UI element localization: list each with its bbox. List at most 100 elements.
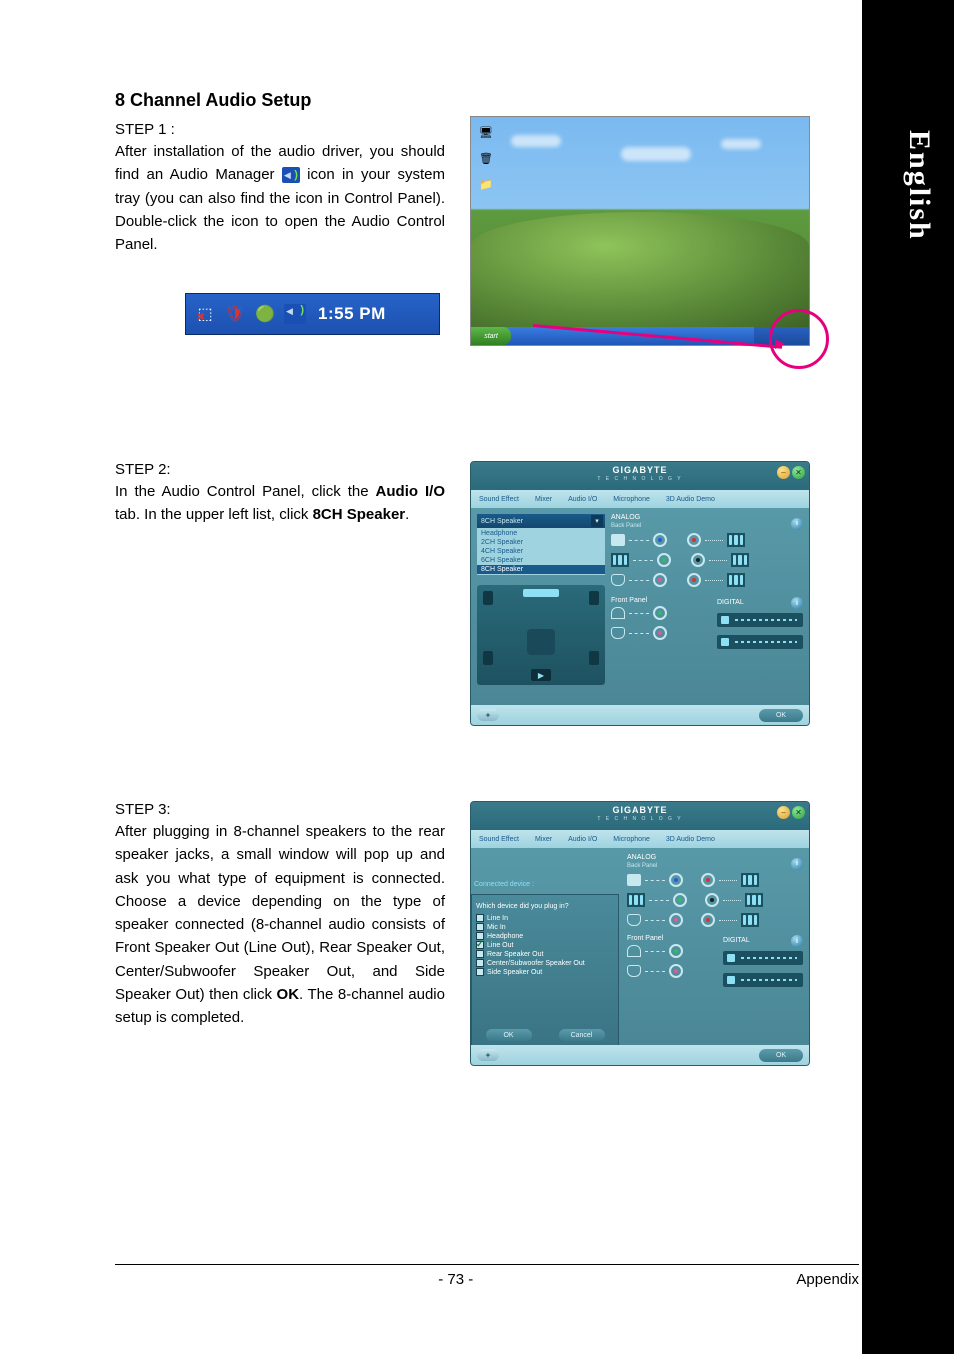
opt-headphone-label: Headphone bbox=[487, 933, 523, 940]
dropdown-list: Headphone 2CH Speaker 4CH Speaker 6CH Sp… bbox=[477, 528, 605, 575]
popup-cancel-button[interactable]: Cancel bbox=[559, 1029, 605, 1041]
opt-line-in[interactable]: Line In bbox=[476, 914, 614, 922]
jack-orange[interactable] bbox=[687, 573, 701, 587]
mic-icon bbox=[611, 574, 625, 586]
close-icon[interactable]: ✕ bbox=[792, 466, 805, 479]
speaker-dropdown[interactable]: 8CH Speaker ▾ bbox=[477, 514, 605, 528]
opt-line-in-label: Line In bbox=[487, 915, 508, 922]
tab3-3d-audio[interactable]: 3D Audio Demo bbox=[662, 834, 719, 845]
jack-black-3[interactable] bbox=[705, 893, 719, 907]
front-panel-label: Front Panel bbox=[611, 597, 697, 604]
panel3-brand-sub: T E C H N O L O G Y bbox=[597, 816, 682, 822]
opt-headphone[interactable]: Headphone bbox=[476, 932, 614, 940]
dd-6ch[interactable]: 6CH Speaker bbox=[477, 556, 605, 565]
page-title: 8 Channel Audio Setup bbox=[115, 90, 815, 111]
eq-3a bbox=[741, 873, 759, 887]
spdif-in-icon bbox=[717, 635, 803, 649]
tab-sound-effect[interactable]: Sound Effect bbox=[475, 494, 523, 505]
tab3-audio-io[interactable]: Audio I/O bbox=[564, 834, 601, 845]
step3-b1: OK bbox=[277, 986, 300, 1003]
eq-icon-4 bbox=[727, 573, 745, 587]
jack-pink[interactable] bbox=[653, 573, 667, 587]
panel3-tool-icon[interactable]: ✦ bbox=[477, 1049, 499, 1061]
close-icon-3[interactable]: ✕ bbox=[792, 806, 805, 819]
step1-label: STEP 1 : bbox=[115, 121, 445, 138]
eq-3c bbox=[745, 893, 763, 907]
info-icon[interactable]: i bbox=[791, 518, 803, 530]
opt-mic-in[interactable]: Mic In bbox=[476, 923, 614, 931]
arrow-tip bbox=[775, 339, 785, 349]
panel3-header: GIGABYTE T E C H N O L O G Y – ✕ bbox=[471, 802, 809, 830]
spdif-in-icon-3 bbox=[723, 973, 803, 987]
info-icon-2[interactable]: i bbox=[791, 597, 803, 609]
jack-green[interactable] bbox=[657, 553, 671, 567]
eq-icon bbox=[727, 533, 745, 547]
jack-red-3[interactable] bbox=[701, 873, 715, 887]
dd-8ch[interactable]: 8CH Speaker bbox=[477, 565, 605, 574]
eq-3d bbox=[741, 913, 759, 927]
tab-mixer[interactable]: Mixer bbox=[531, 494, 556, 505]
jack-black[interactable] bbox=[691, 553, 705, 567]
mic-icon-3 bbox=[627, 914, 641, 926]
opt-side[interactable]: Side Speaker Out bbox=[476, 968, 614, 976]
analog-label-3: ANALOG bbox=[627, 854, 657, 861]
panel-tool-icon[interactable]: ✦ bbox=[477, 709, 499, 721]
monitor-icon bbox=[611, 534, 625, 546]
my-computer-icon[interactable]: 🖥 bbox=[477, 123, 495, 141]
front-jack-pink-3[interactable] bbox=[669, 964, 683, 978]
connected-device-popup: Connected device : Which device did you … bbox=[471, 894, 619, 1048]
jack-green-3[interactable] bbox=[673, 893, 687, 907]
info-icon-3[interactable]: i bbox=[791, 858, 803, 870]
dd-4ch[interactable]: 4CH Speaker bbox=[477, 547, 605, 556]
desktop-screenshot: 🖥 🗑 📁 start bbox=[470, 116, 810, 346]
audio-panel-step3: GIGABYTE T E C H N O L O G Y – ✕ Sound E… bbox=[470, 801, 810, 1066]
dd-headphone[interactable]: Headphone bbox=[477, 529, 605, 538]
panel-ok-button[interactable]: OK bbox=[759, 709, 803, 722]
panel3-ok-button[interactable]: OK bbox=[759, 1049, 803, 1062]
play-icon[interactable]: ▶ bbox=[531, 669, 551, 681]
page-number: - 73 - bbox=[438, 1271, 473, 1288]
opt-side-label: Side Speaker Out bbox=[487, 969, 542, 976]
recycle-bin-icon[interactable]: 🗑 bbox=[477, 149, 495, 167]
chevron-down-icon[interactable]: ▾ bbox=[591, 515, 603, 527]
jack-red[interactable] bbox=[687, 533, 701, 547]
audio-panel-step2: GIGABYTE T E C H N O L O G Y – ✕ Sound E… bbox=[470, 461, 810, 726]
start-button[interactable]: start bbox=[471, 327, 511, 345]
popup-title: Connected device : bbox=[474, 881, 534, 888]
step2-t1: In the Audio Control Panel, click the bbox=[115, 483, 376, 500]
audio-tray-icon[interactable] bbox=[284, 303, 306, 325]
step2-t2: tab. In the upper left list, click bbox=[115, 506, 313, 523]
back-panel-label-3: Back Panel bbox=[627, 863, 657, 869]
front-jack-pink[interactable] bbox=[653, 626, 667, 640]
jack-orange-3[interactable] bbox=[701, 913, 715, 927]
tab-audio-io[interactable]: Audio I/O bbox=[564, 494, 601, 505]
front-jack-green[interactable] bbox=[653, 606, 667, 620]
popup-ok-button[interactable]: OK bbox=[486, 1029, 532, 1041]
front-panel-label-3: Front Panel bbox=[627, 935, 707, 942]
minimize-icon-3[interactable]: – bbox=[777, 806, 790, 819]
tab3-mixer[interactable]: Mixer bbox=[531, 834, 556, 845]
dd-2ch[interactable]: 2CH Speaker bbox=[477, 538, 605, 547]
front-jack-green-3[interactable] bbox=[669, 944, 683, 958]
step2-b2: 8CH Speaker bbox=[313, 506, 406, 523]
system-tray: ⬚✖ 🛡 🟢 1:55 PM bbox=[185, 293, 440, 335]
language-sidebar: English bbox=[862, 0, 954, 1354]
removable-icon: 🟢 bbox=[254, 303, 276, 325]
opt-line-out[interactable]: Line Out bbox=[476, 941, 614, 949]
shortcut-icon[interactable]: 📁 bbox=[477, 175, 495, 193]
tab-microphone[interactable]: Microphone bbox=[609, 494, 654, 505]
network-icon: ⬚✖ bbox=[194, 303, 216, 325]
info-icon-3b[interactable]: i bbox=[791, 935, 803, 947]
step2-text: In the Audio Control Panel, click the Au… bbox=[115, 480, 445, 527]
panel-tabs: Sound Effect Mixer Audio I/O Microphone … bbox=[471, 490, 809, 508]
jack-blue[interactable] bbox=[653, 533, 667, 547]
tab3-sound-effect[interactable]: Sound Effect bbox=[475, 834, 523, 845]
jack-blue-3[interactable] bbox=[669, 873, 683, 887]
opt-rear[interactable]: Rear Speaker Out bbox=[476, 950, 614, 958]
opt-center[interactable]: Center/Subwoofer Speaker Out bbox=[476, 959, 614, 967]
tab-3d-audio[interactable]: 3D Audio Demo bbox=[662, 494, 719, 505]
minimize-icon[interactable]: – bbox=[777, 466, 790, 479]
jack-pink-3[interactable] bbox=[669, 913, 683, 927]
tab3-microphone[interactable]: Microphone bbox=[609, 834, 654, 845]
room-illustration: ▶ bbox=[477, 585, 605, 685]
